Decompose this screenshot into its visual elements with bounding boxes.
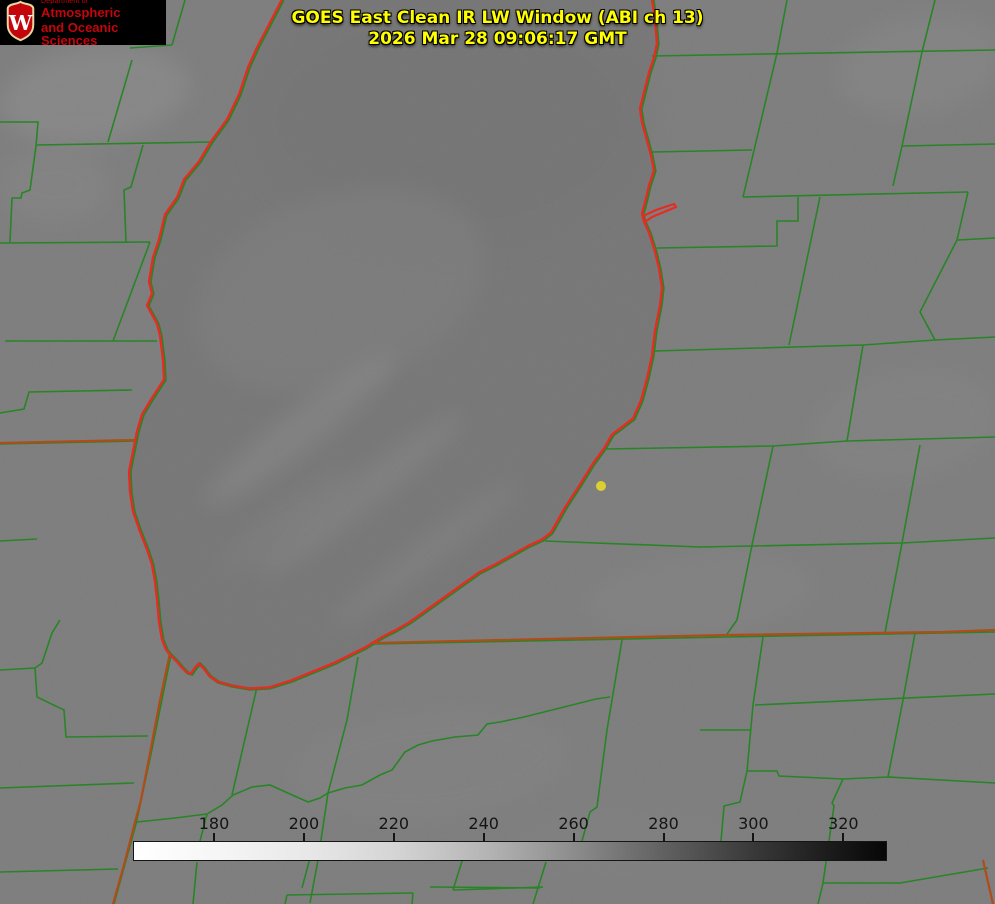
colorbar-tick xyxy=(213,833,215,841)
colorbar-tick xyxy=(302,833,305,841)
colorbar-tick xyxy=(572,833,575,841)
colorbar-tick-label: 300 xyxy=(738,814,769,833)
uw-crest-icon: W xyxy=(5,0,36,46)
colorbar-tick-label: 220 xyxy=(378,814,410,833)
colorbar-tick-label: 280 xyxy=(648,814,679,833)
colorbar-tick xyxy=(842,833,845,841)
colorbar-tick xyxy=(752,833,755,841)
colorbar-tick xyxy=(392,833,395,841)
colorbar-tick-label: 260 xyxy=(558,814,589,833)
uw-aos-logo: W Department of Atmospheric and Oceanic … xyxy=(0,0,166,47)
logo-dept-line1: Atmospheric xyxy=(41,5,121,20)
logo-dept-line2: and Oceanic Sciences xyxy=(41,20,119,48)
colorbar-tick xyxy=(662,833,665,841)
logo-text: Department of Atmospheric and Oceanic Sc… xyxy=(41,0,166,47)
svg-text:W: W xyxy=(8,10,33,35)
temperature-colorbar xyxy=(133,841,887,861)
satellite-image-viewport: W Department of Atmospheric and Oceanic … xyxy=(0,0,995,904)
image-noise-overlay xyxy=(0,0,995,904)
colorbar-tick-label: 180 xyxy=(198,814,230,833)
satellite-map xyxy=(0,0,995,904)
colorbar-tick-label: 200 xyxy=(288,814,320,833)
colorbar-tick-label: 320 xyxy=(828,814,859,833)
colorbar-tick xyxy=(482,833,485,841)
colorbar-tick-label: 240 xyxy=(468,814,499,833)
